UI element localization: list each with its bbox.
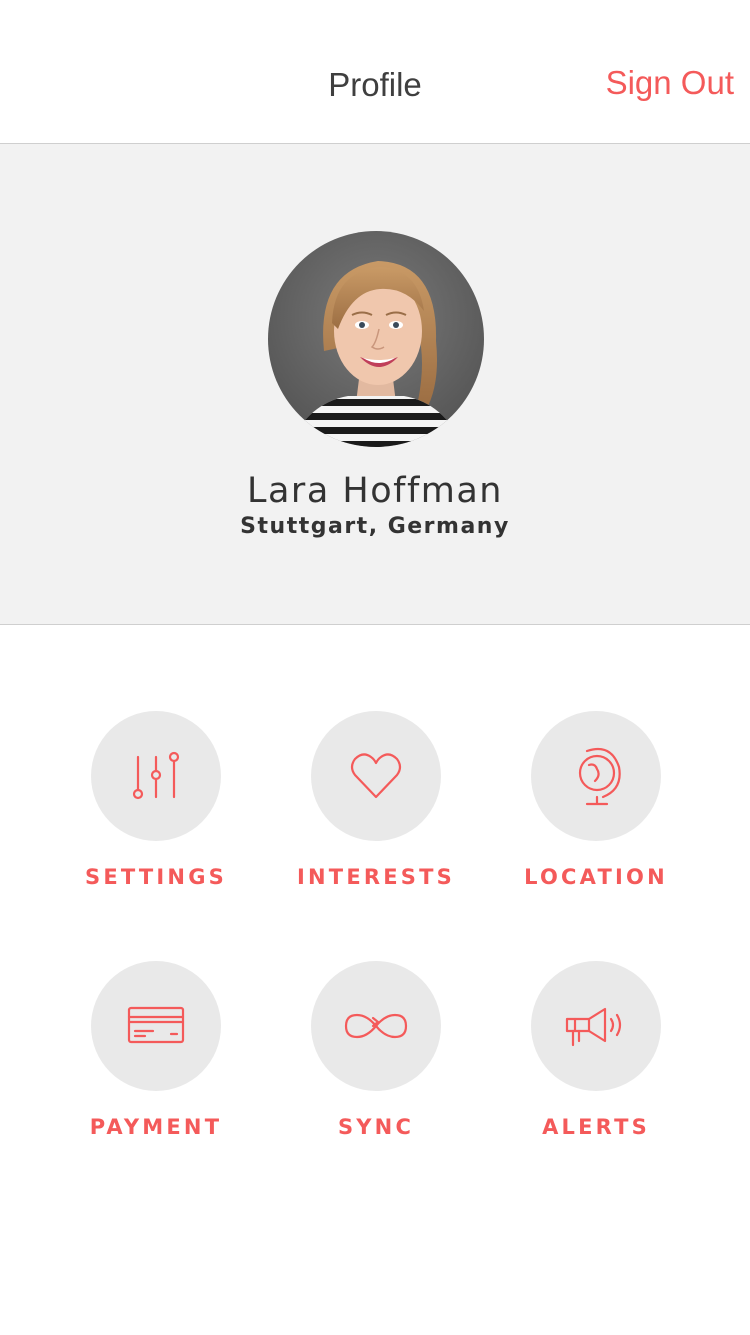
profile-menu-grid: SETTINGS INTERESTS LOCATION PAYMENT SYNC… [0,625,750,1335]
menu-item-interests[interactable]: INTERESTS [266,711,486,911]
menu-item-settings[interactable]: SETTINGS [46,711,266,911]
user-location: Stuttgart, Germany [240,514,510,539]
avatar[interactable] [268,231,484,447]
menu-item-sync[interactable]: SYNC [266,961,486,1161]
menu-label-interests: INTERESTS [297,865,455,889]
sign-out-button[interactable]: Sign Out [606,64,734,102]
globe-icon [578,747,621,806]
profile-header: Lara Hoffman Stuttgart, Germany [0,144,750,625]
menu-label-sync: SYNC [337,1115,415,1139]
avatar-photo [268,231,484,447]
menu-label-location: LOCATION [524,865,668,889]
settings-button[interactable] [91,711,221,841]
location-button[interactable] [531,711,661,841]
alerts-button[interactable] [531,961,661,1091]
credit-card-icon [127,1006,185,1044]
payment-button[interactable] [91,961,221,1091]
heart-icon [350,753,402,799]
menu-item-alerts[interactable]: ALERTS [486,961,706,1161]
menu-item-location[interactable]: LOCATION [486,711,706,911]
nav-bar: Profile Sign Out [0,0,750,144]
menu-label-alerts: ALERTS [542,1115,650,1139]
user-name: Lara Hoffman [246,471,503,511]
sliders-icon [132,751,180,800]
infinity-icon [344,1013,408,1039]
sync-button[interactable] [311,961,441,1091]
megaphone-icon [565,1007,622,1047]
menu-label-payment: PAYMENT [89,1115,223,1139]
menu-item-payment[interactable]: PAYMENT [46,961,266,1161]
menu-label-settings: SETTINGS [85,865,227,889]
interests-button[interactable] [311,711,441,841]
profile-screen: Profile Sign Out Lara Hoffman Stuttgart,… [0,0,750,1335]
